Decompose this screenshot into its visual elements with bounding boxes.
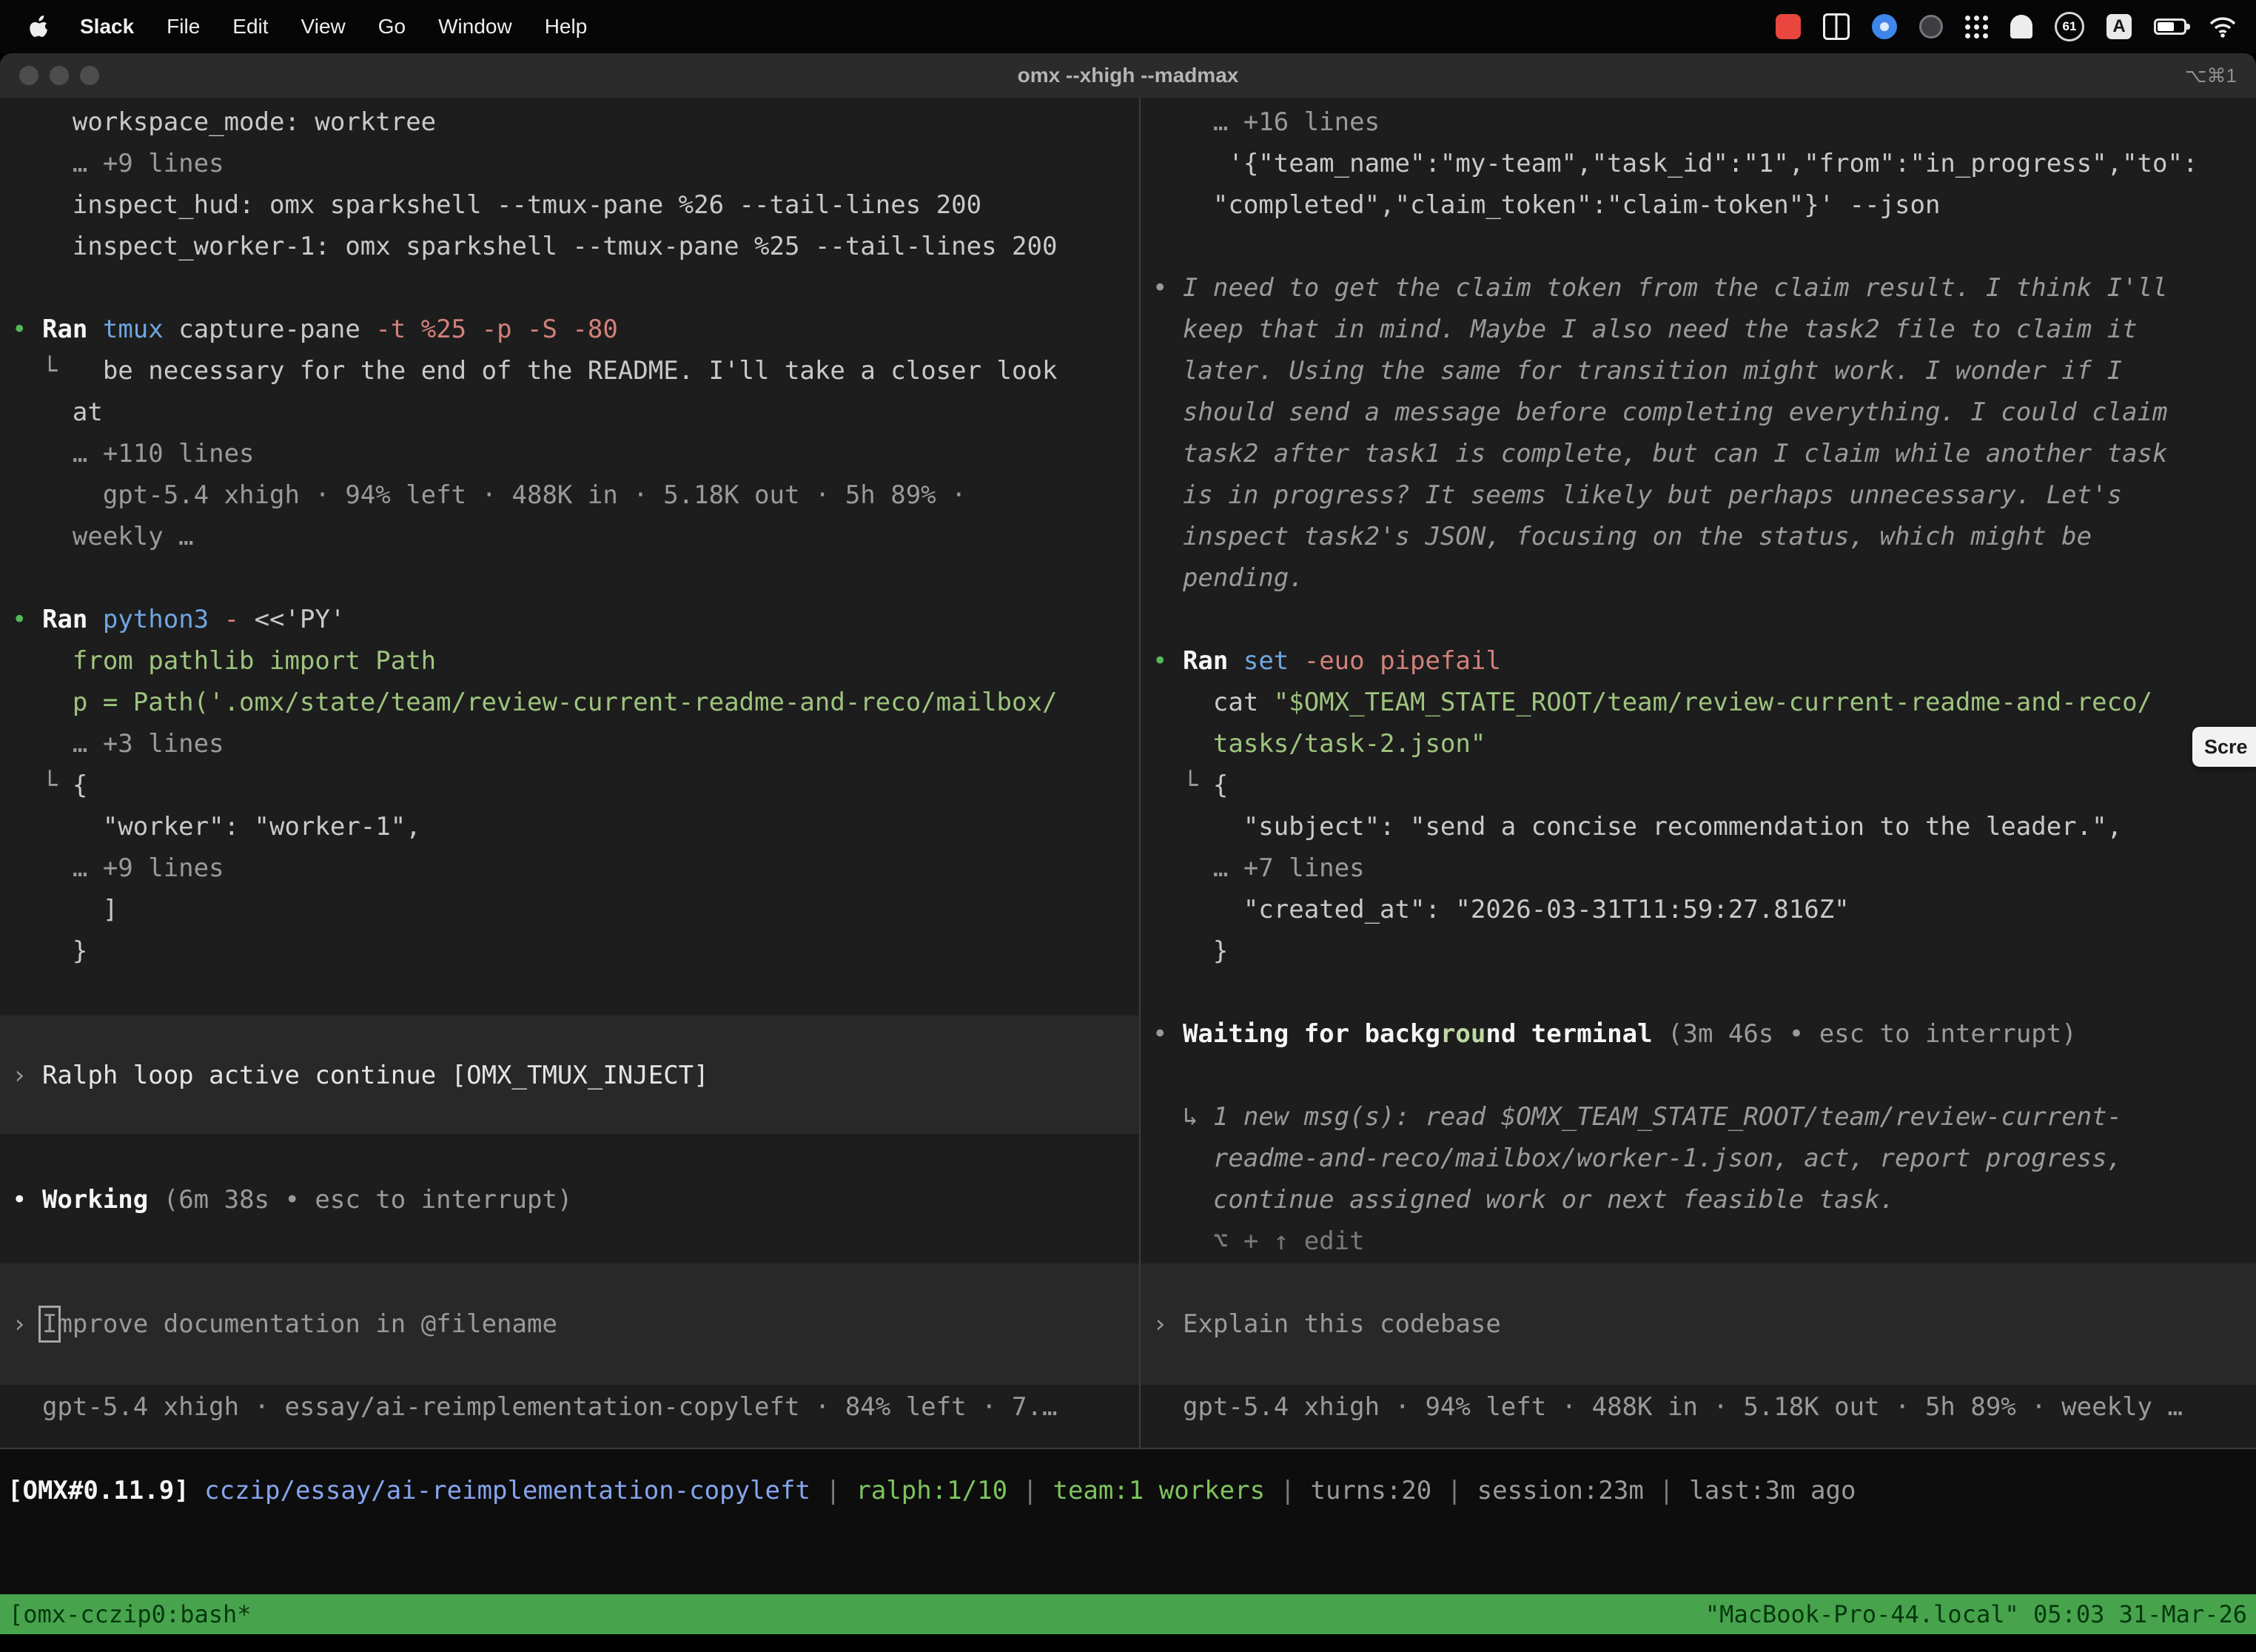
window-layout-icon[interactable]: [1823, 13, 1850, 40]
terminal-line: gpt-5.4 xhigh · 94% left · 488K in · 5.1…: [12, 474, 967, 516]
dots-grid-icon[interactable]: [1965, 16, 1988, 38]
terminal-line: • Ran set -euo pipefail: [1152, 640, 1501, 682]
menu-item-help[interactable]: Help: [545, 15, 588, 38]
terminal-line: • Waiting for background terminal (3m 46…: [1152, 1013, 2077, 1055]
menu-item-go[interactable]: Go: [378, 15, 406, 38]
record-indicator-icon[interactable]: [1776, 14, 1801, 39]
menu-bar: Slack File Edit View Go Window Help 61 A: [0, 0, 2256, 53]
input-source-icon[interactable]: A: [2106, 14, 2132, 39]
terminal-line: }: [12, 930, 87, 972]
terminal-line: "created_at": "2026-03-31T11:59:27.816Z": [1152, 889, 1850, 930]
terminal-line: • I need to get the claim token from the…: [1152, 267, 2168, 309]
menu-bar-status-icons: 61 A: [1776, 12, 2256, 41]
terminal-line: from pathlib import Path: [12, 640, 436, 682]
terminal-line: should send a message before completing …: [1152, 392, 2167, 433]
terminal-line: p = Path('.omx/state/team/review-current…: [12, 682, 1057, 723]
traffic-light-close[interactable]: [19, 66, 38, 85]
window-shortcut-hint: ⌥⌘1: [2185, 53, 2237, 98]
terminal-line: › Explain this codebase: [1152, 1303, 1501, 1345]
terminal-line: ↳ 1 new msg(s): read $OMX_TEAM_STATE_ROO…: [1152, 1096, 2122, 1138]
terminal-line: "worker": "worker-1",: [12, 806, 421, 847]
terminal-line: pending.: [1152, 557, 1304, 599]
window-title: omx --xhigh --madmax: [1018, 53, 1239, 98]
terminal-line: › Ralph loop active continue [OMX_TMUX_I…: [12, 1055, 709, 1096]
terminal-line: ⌥ + ↑ edit: [1152, 1220, 1365, 1262]
terminal-line: "subject": "send a concise recommendatio…: [1152, 806, 2122, 847]
menu-item-view[interactable]: View: [301, 15, 346, 38]
terminal-line: ]: [12, 889, 118, 930]
battery-icon[interactable]: [2154, 19, 2186, 35]
dark-app-icon[interactable]: [1919, 15, 1943, 38]
terminal-line: • Working (6m 38s • esc to interrupt): [12, 1179, 572, 1220]
battery-percent-label: 61: [2063, 19, 2077, 34]
right-pane[interactable]: … +16 lines '{"team_name":"my-team","tas…: [1141, 98, 2256, 1448]
terminal-line: … +16 lines: [1152, 101, 1380, 143]
screenshot-notification[interactable]: Scre: [2192, 727, 2256, 767]
traffic-light-minimize[interactable]: [50, 66, 69, 85]
terminal-line: "completed","claim_token":"claim-token"}…: [1152, 184, 1940, 226]
terminal-line: gpt-5.4 xhigh · essay/ai-reimplementatio…: [12, 1386, 1057, 1428]
blue-app-icon[interactable]: [1872, 14, 1897, 39]
terminal-line: inspect task2's JSON, focusing on the st…: [1152, 516, 2092, 557]
terminal-line: inspect_worker-1: omx sparkshell --tmux-…: [12, 226, 1057, 267]
terminal-line: └ be necessary for the end of the README…: [12, 350, 1057, 392]
menu-item-file[interactable]: File: [167, 15, 200, 38]
terminal-line: gpt-5.4 xhigh · 94% left · 488K in · 5.1…: [1152, 1386, 2183, 1428]
tmux-status-bar: [omx-cczip0:bash* "MacBook-Pro-44.local"…: [0, 1594, 2256, 1634]
terminal-line: is in progress? It seems likely but perh…: [1152, 474, 2122, 516]
terminal-content: workspace_mode: worktree … +9 lines insp…: [0, 98, 2256, 1448]
terminal-line: › Improve documentation in @filename: [12, 1303, 557, 1345]
traffic-lights: [19, 66, 99, 85]
terminal-line: continue assigned work or next feasible …: [1152, 1179, 1895, 1220]
apple-icon: [28, 16, 47, 38]
omx-status-line: [OMX#0.11.9] cczip/essay/ai-reimplementa…: [7, 1470, 1856, 1511]
terminal-line: keep that in mind. Maybe I also need the…: [1152, 309, 2138, 350]
terminal-line: • Ran python3 - <<'PY': [12, 599, 345, 640]
terminal-line: • Ran tmux capture-pane -t %25 -p -S -80: [12, 309, 618, 350]
window-title-bar: omx --xhigh --madmax ⌥⌘1: [0, 53, 2256, 98]
terminal-line: … +9 lines: [12, 847, 224, 889]
battery-ring-icon[interactable]: 61: [2055, 12, 2084, 41]
menu-bar-left: Slack File Edit View Go Window Help: [0, 15, 587, 38]
app-menu-title[interactable]: Slack: [80, 15, 134, 38]
terminal-line: tasks/task-2.json": [1152, 723, 1485, 765]
terminal-line: … +110 lines: [12, 433, 255, 474]
ghost-icon[interactable]: [2010, 15, 2032, 38]
terminal-line: readme-and-reco/mailbox/worker-1.json, a…: [1152, 1138, 2122, 1179]
terminal-line: └ {: [12, 765, 87, 806]
menu-item-window[interactable]: Window: [438, 15, 512, 38]
terminal-line: … +7 lines: [1152, 847, 1365, 889]
traffic-light-zoom[interactable]: [80, 66, 99, 85]
terminal-line: '{"team_name":"my-team","task_id":"1","f…: [1152, 143, 2198, 184]
menu-item-edit[interactable]: Edit: [232, 15, 268, 38]
terminal-line: └ {: [1152, 765, 1228, 806]
terminal-line: inspect_hud: omx sparkshell --tmux-pane …: [12, 184, 981, 226]
apple-menu[interactable]: [28, 16, 47, 38]
terminal-line: … +9 lines: [12, 143, 224, 184]
input-source-letter: A: [2112, 16, 2125, 37]
terminal-line: }: [1152, 930, 1228, 972]
terminal-line: cat "$OMX_TEAM_STATE_ROOT/team/review-cu…: [1152, 682, 2152, 723]
tmux-host-clock: "MacBook-Pro-44.local" 05:03 31-Mar-26: [1705, 1600, 2247, 1628]
terminal-line: workspace_mode: worktree: [12, 101, 436, 143]
bottom-bar: [OMX#0.11.9] cczip/essay/ai-reimplementa…: [0, 1449, 2256, 1594]
left-pane[interactable]: workspace_mode: worktree … +9 lines insp…: [0, 98, 1139, 1448]
terminal-line: task2 after task1 is complete, but can I…: [1152, 433, 2167, 474]
terminal-line: later. Using the same for transition mig…: [1152, 350, 2122, 392]
terminal-line: weekly …: [12, 516, 194, 557]
wifi-icon[interactable]: [2209, 16, 2237, 38]
terminal-line: … +3 lines: [12, 723, 224, 765]
terminal-line: at: [12, 392, 103, 433]
tmux-session-label[interactable]: [omx-cczip0:bash*: [9, 1600, 252, 1628]
